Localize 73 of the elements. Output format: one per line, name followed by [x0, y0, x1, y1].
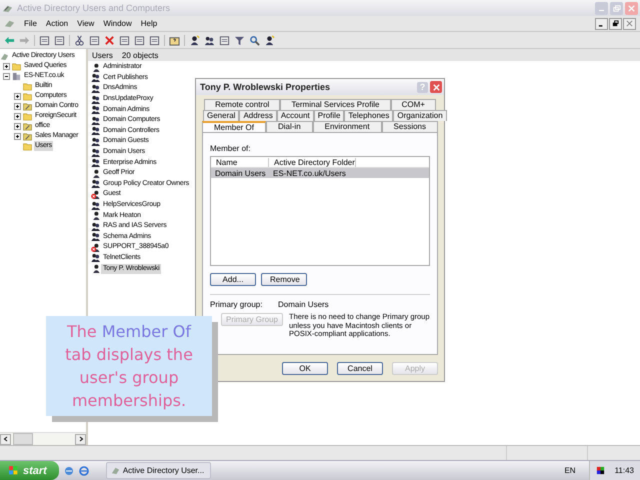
close-icon: [432, 82, 440, 92]
domain-server-icon: [12, 72, 21, 80]
member-row[interactable]: Domain Users ES-NET.co.uk/Users: [211, 168, 429, 178]
restore-icon: [612, 20, 619, 27]
expander-button[interactable]: [14, 132, 21, 140]
console-icon: [110, 466, 120, 475]
menu-item[interactable]: Action: [46, 19, 68, 28]
tab[interactable]: Dial-in: [266, 121, 313, 132]
member-of-label: Member of:: [210, 144, 252, 153]
delete-x-icon[interactable]: [104, 34, 115, 46]
dialog-button[interactable]: OK: [282, 362, 328, 375]
filter-icon[interactable]: [234, 34, 245, 46]
dialog-title: Tony P. Wroblewski Properties: [200, 82, 330, 92]
new-user-icon[interactable]: [189, 34, 200, 46]
tab[interactable]: Environment: [312, 121, 382, 132]
tab[interactable]: Address: [239, 110, 277, 121]
primary-group-label: Primary group:: [210, 300, 264, 309]
tab[interactable]: Account: [276, 110, 314, 121]
tab[interactable]: Remote control: [204, 99, 280, 110]
restore-button[interactable]: [609, 18, 622, 30]
callout-text: The Member Of tab displays the user's group memberships.: [64, 321, 194, 412]
new-group-icon[interactable]: [204, 34, 215, 46]
tab[interactable]: Sessions: [382, 121, 438, 132]
expander-button[interactable]: [14, 112, 21, 120]
window-title: Active Directory Users and Computers: [17, 3, 170, 13]
close-icon: [627, 4, 636, 12]
folder-icon: [23, 102, 32, 110]
tab[interactable]: COM+: [390, 99, 436, 110]
expander-button[interactable]: [14, 92, 21, 100]
scissors-icon[interactable]: [74, 34, 85, 46]
expander-button[interactable]: [3, 62, 10, 70]
pane-heading: Users: [92, 50, 113, 60]
column-header[interactable]: Name: [211, 158, 269, 166]
minimize-button[interactable]: [595, 18, 608, 30]
add-to-group-icon[interactable]: [264, 34, 275, 46]
column-header[interactable]: Active Directory Folder: [269, 158, 356, 166]
menu-item[interactable]: View: [77, 19, 94, 28]
language-indicator[interactable]: EN: [556, 466, 584, 475]
tray-flag-icon[interactable]: [596, 466, 605, 475]
dialog-button[interactable]: Cancel: [337, 362, 383, 375]
add-button[interactable]: Add...: [210, 273, 256, 286]
menu-item[interactable]: Window: [103, 19, 132, 28]
close-button[interactable]: [430, 81, 442, 93]
folder-icon: [23, 132, 32, 140]
tab[interactable]: Organization: [393, 110, 447, 121]
tab[interactable]: Member Of: [202, 121, 266, 132]
menu-item[interactable]: Help: [140, 19, 158, 28]
object-count: 20 objects: [122, 50, 158, 60]
console-icon: [4, 18, 15, 29]
expander-button[interactable]: [14, 102, 21, 110]
taskbar-button[interactable]: Active Directory User...: [106, 462, 211, 479]
folder-icon: [23, 122, 32, 130]
folder-icon: [12, 62, 21, 70]
console-icon: [0, 52, 9, 60]
close-icon: [626, 20, 633, 27]
tab[interactable]: Telephones: [344, 110, 394, 121]
menu-item[interactable]: File: [24, 19, 37, 28]
minimize-icon: [599, 10, 604, 12]
help-icon[interactable]: [169, 34, 180, 46]
tab[interactable]: General: [203, 110, 240, 121]
folder-icon: [23, 112, 32, 120]
remove-button[interactable]: Remove: [261, 273, 307, 286]
tab[interactable]: Terminal Services Profile: [280, 99, 391, 110]
expander-button[interactable]: [3, 72, 10, 80]
clock: 11:43: [614, 466, 634, 475]
primary-group-value: Domain Users: [278, 300, 329, 309]
folder-icon: [23, 142, 32, 150]
horizontal-scrollbar[interactable]: [0, 432, 86, 445]
expander-button[interactable]: [14, 122, 21, 130]
find-icon[interactable]: [249, 34, 260, 46]
close-button[interactable]: [623, 18, 636, 30]
tab[interactable]: Profile: [314, 110, 344, 121]
windows-flag-icon: [8, 465, 19, 476]
